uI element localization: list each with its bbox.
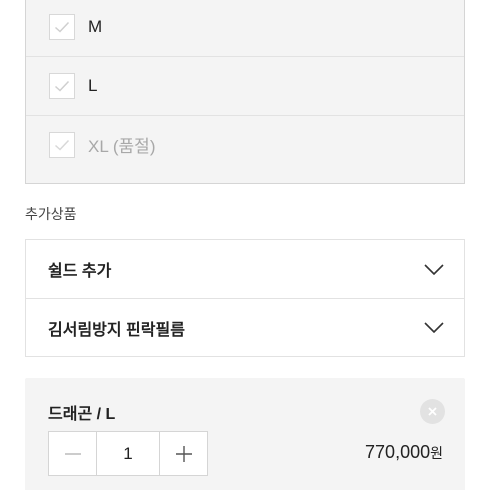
checkbox bbox=[49, 131, 75, 158]
check-icon bbox=[55, 21, 70, 33]
addon-select-antifog-film[interactable]: 김서림방지 핀락필름 bbox=[26, 298, 464, 356]
minus-icon bbox=[64, 452, 81, 455]
size-option-list: M L XL (품절) bbox=[25, 0, 465, 184]
option-price: 770,000원 bbox=[365, 442, 443, 463]
increase-quantity-button[interactable] bbox=[160, 432, 207, 475]
size-option-m[interactable]: M bbox=[26, 0, 464, 56]
size-option-label: XL (품절) bbox=[88, 137, 156, 156]
size-option-label: M bbox=[88, 17, 103, 36]
checkbox[interactable] bbox=[49, 14, 75, 40]
size-option-label: L bbox=[88, 75, 98, 95]
selected-option-panel: 드래곤 / L 1 770,000원 bbox=[25, 378, 465, 490]
addon-label: 김서림방지 핀락필름 bbox=[48, 321, 185, 339]
chevron-down-icon bbox=[424, 263, 444, 275]
chevron-down-icon bbox=[424, 322, 444, 333]
addons-section-title: 추가상품 bbox=[25, 206, 77, 222]
check-icon bbox=[55, 80, 70, 92]
decrease-quantity-button[interactable] bbox=[49, 432, 96, 475]
addon-select-group: 쉴드 추가 김서림방지 핀락필름 bbox=[25, 239, 465, 357]
addon-label: 쉴드 추가 bbox=[48, 263, 112, 280]
remove-option-button[interactable] bbox=[420, 399, 445, 424]
price-currency: 원 bbox=[430, 445, 443, 461]
check-icon bbox=[55, 139, 70, 151]
selected-option-name: 드래곤 / L bbox=[48, 406, 116, 423]
size-option-l[interactable]: L bbox=[26, 56, 464, 114]
plus-icon bbox=[175, 445, 192, 462]
price-amount: 770,000 bbox=[365, 442, 431, 462]
size-option-xl: XL (품절) bbox=[26, 115, 464, 173]
checkbox[interactable] bbox=[49, 72, 75, 99]
close-icon bbox=[428, 407, 437, 416]
addon-select-shield[interactable]: 쉴드 추가 bbox=[26, 240, 464, 298]
quantity-stepper: 1 bbox=[48, 431, 208, 476]
quantity-value[interactable]: 1 bbox=[96, 432, 160, 475]
